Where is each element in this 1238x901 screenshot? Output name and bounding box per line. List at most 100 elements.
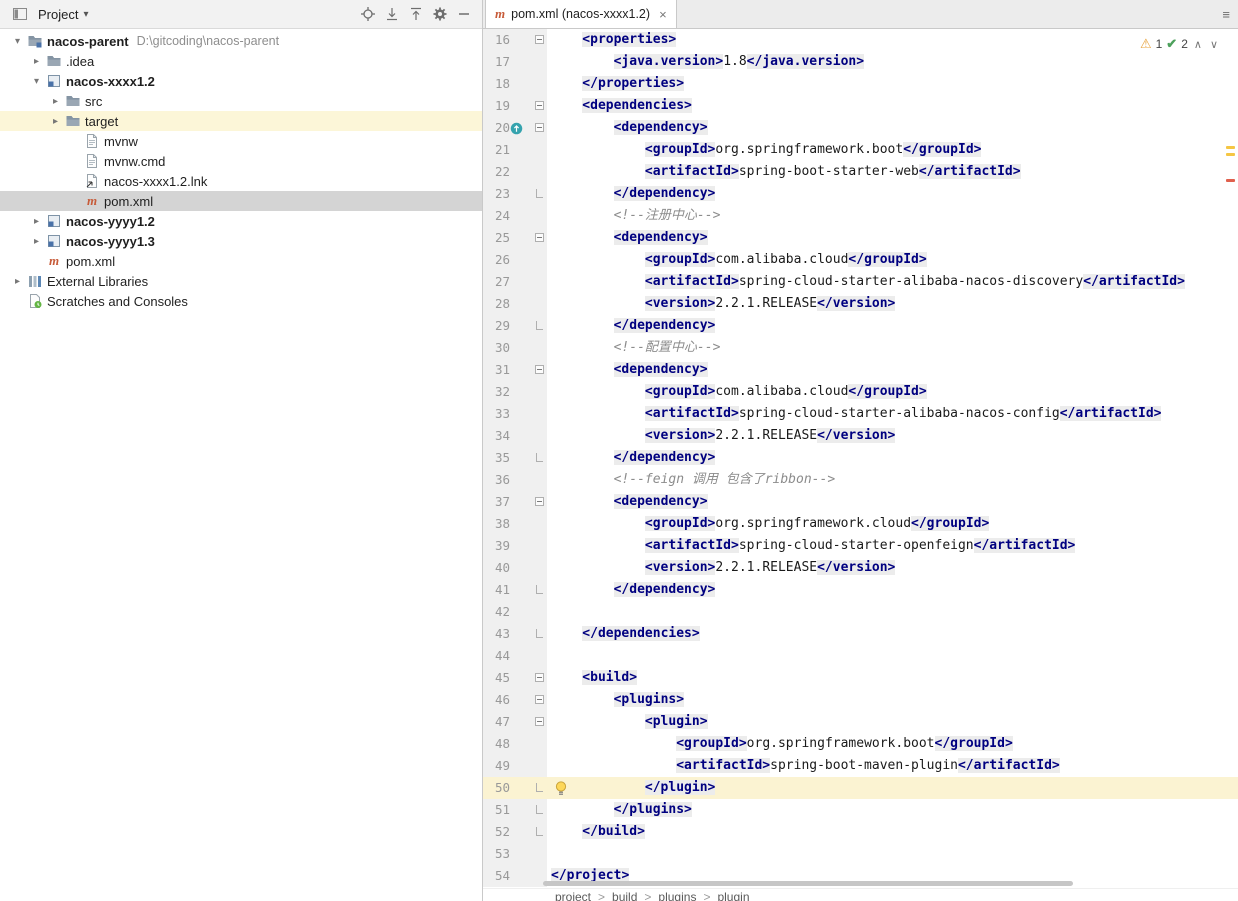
fold-marker-icon[interactable] [535,365,544,374]
check-icon[interactable]: ✔ [1166,36,1177,52]
tab-list-menu-icon[interactable]: ≡ [1222,7,1230,22]
breadcrumb-plugins[interactable]: plugins [658,889,696,901]
code-line-50[interactable]: 50 </plugin> [483,777,1238,799]
code-line-42[interactable]: 42 [483,601,1238,623]
tree-item-mvnw.cmd[interactable]: mvnw.cmd [0,151,482,171]
code-line-39[interactable]: 39 <artifactId>spring-cloud-starter-openf… [483,535,1238,557]
tree-item-nacos-xxxx1.2.lnk[interactable]: nacos-xxxx1.2.lnk [0,171,482,191]
code-line-37[interactable]: 37 <dependency> [483,491,1238,513]
code-line-48[interactable]: 48 <groupId>org.springframework.boot</gro… [483,733,1238,755]
fold-marker-icon[interactable] [535,35,544,44]
breadcrumb-plugin[interactable]: plugin [717,889,749,901]
code-line-30[interactable]: 30 <!--配置中心--> [483,337,1238,359]
tree-item-pom.xml[interactable]: m pom.xml [0,251,482,271]
fold-marker-icon[interactable] [535,695,544,704]
tree-item-target[interactable]: ▸ target [0,111,482,131]
prev-issue-icon[interactable]: ∧ [1192,38,1204,51]
code-line-40[interactable]: 40 <version>2.2.1.RELEASE</version> [483,557,1238,579]
select-opened-file-icon[interactable] [356,3,380,25]
editor-tab-pom-xml[interactable]: m pom.xml (nacos-xxxx1.2) × [485,0,677,28]
code-line-18[interactable]: 18 </properties> [483,73,1238,95]
close-tab-icon[interactable]: × [659,7,667,22]
fold-marker-icon[interactable] [536,805,543,814]
code-line-43[interactable]: 43 </dependencies> [483,623,1238,645]
project-dropdown-caret-icon[interactable]: ▾ [83,9,88,20]
code-line-52[interactable]: 52 </build> [483,821,1238,843]
tree-item-pom.xml[interactable]: m pom.xml [0,191,482,211]
next-issue-icon[interactable]: ∨ [1208,38,1220,51]
chevron-right-icon[interactable]: ▸ [8,276,27,287]
tree-item-mvnw[interactable]: mvnw [0,131,482,151]
code-line-46[interactable]: 46 <plugins> [483,689,1238,711]
chevron-right-icon[interactable]: ▸ [27,56,46,67]
code-line-41[interactable]: 41 </dependency> [483,579,1238,601]
code-line-44[interactable]: 44 [483,645,1238,667]
chevron-right-icon[interactable]: ▸ [46,96,65,107]
code-line-29[interactable]: 29 </dependency> [483,315,1238,337]
horizontal-scrollbar[interactable] [543,881,1073,886]
tree-item-src[interactable]: ▸ src [0,91,482,111]
intention-bulb-icon[interactable] [555,781,567,804]
code-line-51[interactable]: 51 </plugins> [483,799,1238,821]
expand-all-icon[interactable] [380,3,404,25]
fold-marker-icon[interactable] [535,233,544,242]
breadcrumb-build[interactable]: build [612,889,637,901]
code-line-21[interactable]: 21 <groupId>org.springframework.boot</gro… [483,139,1238,161]
code-line-24[interactable]: 24 <!--注册中心--> [483,205,1238,227]
code-line-25[interactable]: 25 <dependency> [483,227,1238,249]
chevron-right-icon[interactable]: ▸ [46,116,65,127]
tree-item-scratches-and-consoles[interactable]: Scratches and Consoles [0,291,482,311]
fold-marker-icon[interactable] [536,783,543,792]
code-line-28[interactable]: 28 <version>2.2.1.RELEASE</version> [483,293,1238,315]
breadcrumb-project[interactable]: project [555,889,591,901]
fold-marker-icon[interactable] [536,827,543,836]
code-line-20[interactable]: 20 <dependency> [483,117,1238,139]
code-line-27[interactable]: 27 <artifactId>spring-cloud-starter-aliba… [483,271,1238,293]
tree-item-external-libraries[interactable]: ▸ External Libraries [0,271,482,291]
code-line-36[interactable]: 36 <!--feign 调用 包含了ribbon--> [483,469,1238,491]
settings-gear-icon[interactable] [428,3,452,25]
hide-panel-icon[interactable] [452,3,476,25]
code-line-49[interactable]: 49 <artifactId>spring-boot-maven-plugin</… [483,755,1238,777]
tree-item-.idea[interactable]: ▸ .idea [0,51,482,71]
fold-marker-icon[interactable] [535,123,544,132]
chevron-down-icon[interactable]: ▾ [8,36,27,47]
code-line-19[interactable]: 19 <dependencies> [483,95,1238,117]
project-panel-title[interactable]: Project [38,7,78,22]
code-line-33[interactable]: 33 <artifactId>spring-cloud-starter-aliba… [483,403,1238,425]
error-stripe-mark[interactable] [1226,146,1235,149]
code-line-34[interactable]: 34 <version>2.2.1.RELEASE</version> [483,425,1238,447]
code-line-17[interactable]: 17 <java.version>1.8</java.version> [483,51,1238,73]
fold-marker-icon[interactable] [535,673,544,682]
fold-marker-icon[interactable] [536,321,543,330]
code-line-35[interactable]: 35 </dependency> [483,447,1238,469]
chevron-right-icon[interactable]: ▸ [27,236,46,247]
code-line-45[interactable]: 45 <build> [483,667,1238,689]
fold-marker-icon[interactable] [535,717,544,726]
code-line-26[interactable]: 26 <groupId>com.alibaba.cloud</groupId> [483,249,1238,271]
fold-marker-icon[interactable] [536,189,543,198]
tree-item-nacos-parent[interactable]: ▾ nacos-parent D:\gitcoding\nacos-parent [0,31,482,51]
warning-icon[interactable]: ⚠ [1140,36,1152,52]
code-line-53[interactable]: 53 [483,843,1238,865]
code-line-23[interactable]: 23 </dependency> [483,183,1238,205]
code-line-47[interactable]: 47 <plugin> [483,711,1238,733]
fold-marker-icon[interactable] [536,585,543,594]
chevron-right-icon[interactable]: ▸ [27,216,46,227]
fold-marker-icon[interactable] [536,629,543,638]
error-stripe-mark[interactable] [1226,179,1235,182]
tree-item-nacos-yyyy1.3[interactable]: ▸ nacos-yyyy1.3 [0,231,482,251]
code-line-16[interactable]: 16 <properties> [483,29,1238,51]
code-line-31[interactable]: 31 <dependency> [483,359,1238,381]
fold-marker-icon[interactable] [536,453,543,462]
chevron-down-icon[interactable]: ▾ [27,76,46,87]
code-line-38[interactable]: 38 <groupId>org.springframework.cloud</gr… [483,513,1238,535]
collapse-all-icon[interactable] [404,3,428,25]
tree-item-nacos-xxxx1.2[interactable]: ▾ nacos-xxxx1.2 [0,71,482,91]
code-line-32[interactable]: 32 <groupId>com.alibaba.cloud</groupId> [483,381,1238,403]
tree-item-nacos-yyyy1.2[interactable]: ▸ nacos-yyyy1.2 [0,211,482,231]
fold-marker-icon[interactable] [535,497,544,506]
code-line-22[interactable]: 22 <artifactId>spring-boot-starter-web</a… [483,161,1238,183]
error-stripe-mark[interactable] [1226,153,1235,156]
fold-marker-icon[interactable] [535,101,544,110]
